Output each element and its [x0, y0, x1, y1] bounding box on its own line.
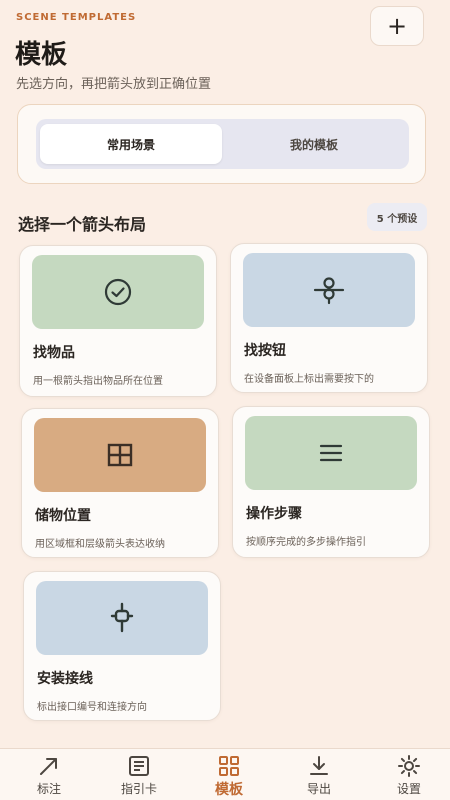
- settings-icon: [398, 755, 420, 777]
- nav-label: 设置: [396, 782, 421, 796]
- page-title: 模板: [15, 40, 68, 70]
- template-card-find-item[interactable]: 找物品 用一根箭头指出物品所在位置: [19, 245, 217, 397]
- template-title: 安装接线: [37, 671, 93, 687]
- add-template-button[interactable]: +: [370, 6, 424, 46]
- template-thumbnail: [32, 255, 204, 329]
- page-subtitle: 先选方向，再把箭头放到正确位置: [16, 77, 212, 92]
- pin-target-icon: [313, 277, 345, 305]
- template-thumbnail: [243, 253, 415, 327]
- template-description: 按顺序完成的多步操作指引: [246, 537, 366, 548]
- preset-count-badge: 5 个预设: [367, 203, 427, 231]
- template-title: 储物位置: [35, 508, 91, 524]
- template-card-operation-steps[interactable]: 操作步骤 按顺序完成的多步操作指引: [232, 406, 430, 558]
- nav-item-annotate[interactable]: 标注: [9, 753, 89, 799]
- arrow-icon: [40, 758, 57, 775]
- template-card-install-wiring[interactable]: 安装接线 标出接口编号和连接方向: [23, 571, 221, 721]
- nav-label: 导出: [306, 782, 331, 796]
- template-thumbnail: [245, 416, 417, 490]
- template-card-storage-location[interactable]: 储物位置 用区域框和层级箭头表达收纳: [21, 408, 219, 558]
- check-circle-icon: [104, 278, 132, 306]
- template-description: 用一根箭头指出物品所在位置: [33, 376, 163, 387]
- template-thumbnail: [36, 581, 208, 655]
- template-title: 找物品: [33, 345, 75, 361]
- nav-label: 模板: [215, 782, 243, 798]
- nav-item-settings[interactable]: 设置: [369, 753, 449, 799]
- tab-my-templates[interactable]: 我的模板: [223, 124, 405, 164]
- grid-icon: [107, 443, 133, 467]
- template-title: 操作步骤: [246, 506, 302, 522]
- eyebrow-label: SCENE TEMPLATES: [16, 12, 137, 23]
- card-icon: [129, 756, 149, 776]
- bottom-nav: 标注 指引卡 模板 导出 设置: [0, 748, 450, 800]
- segmented-control-card: 常用场景 我的模板: [17, 104, 426, 184]
- nav-item-guide-card[interactable]: 指引卡: [99, 753, 179, 799]
- template-card-find-button[interactable]: 找按钮 在设备面板上标出需要按下的: [230, 243, 428, 393]
- plus-icon: +: [386, 12, 408, 40]
- template-description: 用区域框和层级箭头表达收纳: [35, 539, 165, 550]
- tab-common-scenes[interactable]: 常用场景: [40, 124, 222, 164]
- template-description: 标出接口编号和连接方向: [37, 702, 147, 713]
- nav-label: 指引卡: [120, 782, 157, 796]
- segmented-control: 常用场景 我的模板: [36, 119, 409, 169]
- template-thumbnail: [34, 418, 206, 492]
- nav-item-templates[interactable]: 模板: [189, 753, 269, 799]
- plug-icon: [110, 602, 134, 633]
- template-description: 在设备面板上标出需要按下的: [244, 374, 374, 385]
- download-icon: [310, 756, 328, 775]
- list-icon: [319, 444, 343, 462]
- nav-label: 标注: [36, 782, 61, 796]
- nav-item-export[interactable]: 导出: [279, 753, 359, 799]
- template-icon: [219, 755, 239, 776]
- section-title: 选择一个箭头布局: [18, 215, 147, 234]
- template-title: 找按钮: [244, 343, 286, 359]
